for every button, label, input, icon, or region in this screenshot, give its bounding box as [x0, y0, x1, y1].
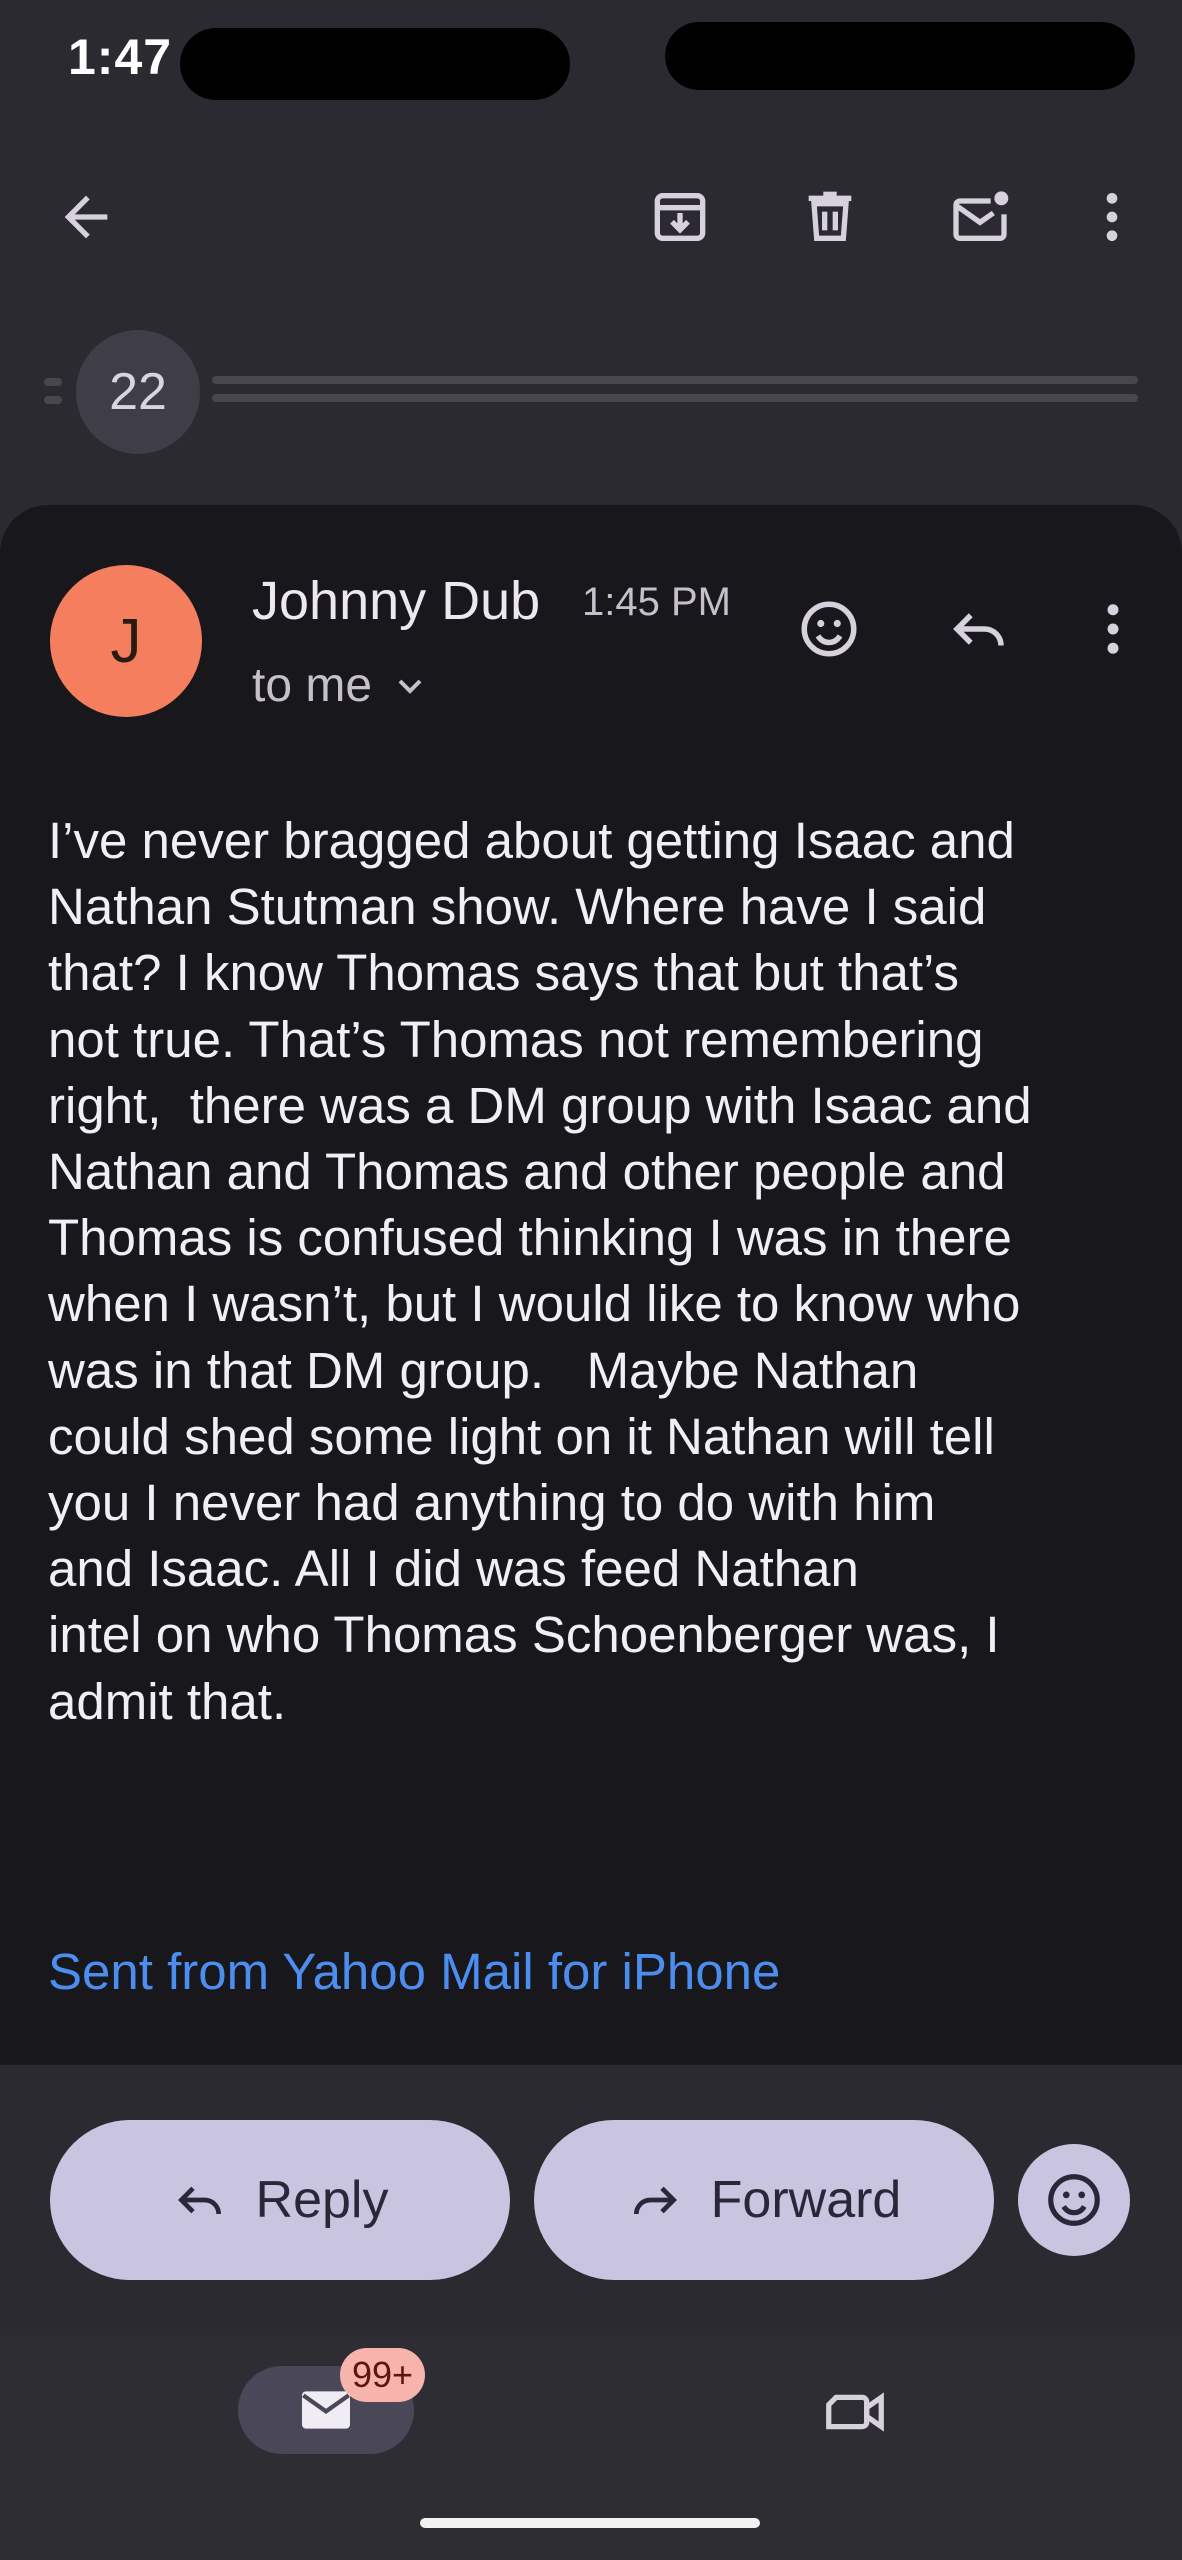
unread-count-badge: 99+: [340, 2348, 426, 2402]
recipient-label: to me: [252, 659, 373, 712]
status-bar: 1:47: [0, 0, 1182, 120]
reply-button[interactable]: Reply: [50, 2120, 510, 2280]
video-camera-icon: [826, 2392, 884, 2432]
chevron-down-icon: [398, 679, 422, 694]
collapsed-count-badge[interactable]: 22: [76, 330, 200, 454]
reply-label: Reply: [255, 2171, 389, 2229]
forward-button[interactable]: Forward: [534, 2120, 994, 2280]
reply-icon: [177, 2186, 221, 2215]
mark-unread-icon[interactable]: [932, 169, 1028, 265]
recipient-toggle[interactable]: to me: [252, 658, 430, 713]
message-more-icon[interactable]: [1068, 584, 1158, 674]
emoji-reaction-button[interactable]: [1018, 2144, 1130, 2256]
status-time: 1:47: [68, 29, 173, 85]
forward-icon: [633, 2186, 677, 2215]
nav-meet-tab[interactable]: [810, 2372, 900, 2452]
archive-icon[interactable]: [632, 169, 728, 265]
forward-label: Forward: [710, 2171, 902, 2229]
reply-icon[interactable]: [934, 584, 1024, 674]
collapsed-line: [212, 394, 1138, 402]
sender-name[interactable]: Johnny Dub: [252, 570, 540, 632]
more-vert-icon[interactable]: [1064, 169, 1160, 265]
trash-icon[interactable]: [782, 169, 878, 265]
emoji-icon: [1048, 2174, 1100, 2226]
collapsed-line: [44, 378, 62, 386]
message-body: I’ve never bragged about getting Isaac a…: [48, 812, 1032, 1730]
collapsed-line: [44, 396, 62, 404]
home-indicator[interactable]: [420, 2518, 760, 2528]
collapsed-line: [212, 376, 1138, 384]
redacted-area: [180, 28, 570, 100]
message-time: 1:45 PM: [582, 580, 731, 624]
top-toolbar: [0, 120, 1182, 320]
avatar[interactable]: J: [50, 565, 202, 717]
redacted-area: [665, 22, 1135, 90]
back-arrow-icon[interactable]: [38, 169, 134, 265]
signature-link[interactable]: Sent from Yahoo Mail for iPhone: [48, 1942, 780, 2001]
add-reaction-icon[interactable]: [784, 584, 874, 674]
